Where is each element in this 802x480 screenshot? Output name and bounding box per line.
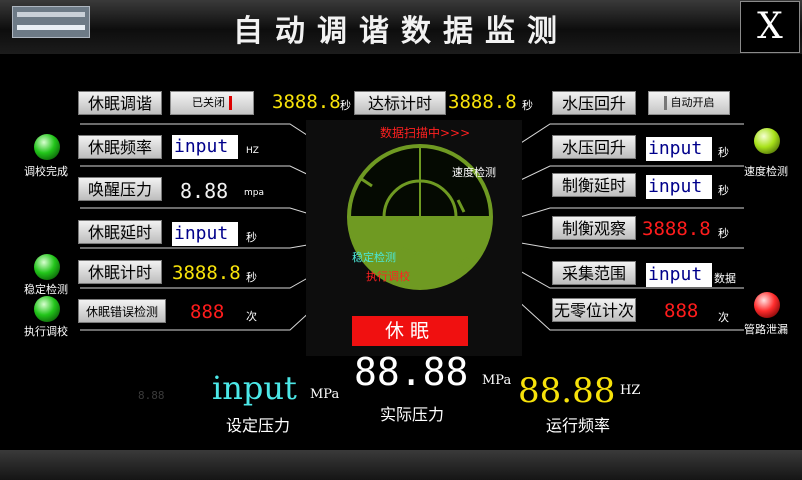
exec-tune-label: 执行调校 <box>24 325 68 338</box>
sleep-tune-button[interactable]: 休眠调谐 <box>78 91 162 115</box>
balance-observe-button[interactable]: 制衡观察 <box>552 216 636 240</box>
pipe-leak-label: 管路泄漏 <box>744 323 788 336</box>
sleep-timer-unit: 秒 <box>246 271 257 284</box>
no-zero-count-display: 888 <box>664 300 699 322</box>
stable-check-lamp-icon <box>34 254 60 280</box>
stable-check-label: 稳定检测 <box>24 283 68 296</box>
tune-done-lamp-icon <box>34 134 60 160</box>
speed-check-label: 速度检测 <box>744 165 788 178</box>
actual-pressure-label: 实际压力 <box>380 405 445 424</box>
radar-speed-check-label: 速度检测 <box>452 166 496 179</box>
radar-stable-check-label: 稳定检测 <box>352 251 396 264</box>
footer-bar <box>0 450 802 480</box>
pressure-rise-delay-button[interactable]: 水压回升 <box>552 135 636 159</box>
sleep-delay-unit: 秒 <box>246 231 257 244</box>
sleep-tune-switch[interactable]: 已关闭 <box>170 91 254 115</box>
scan-status-text: 数据扫描中>>> <box>380 126 471 140</box>
sleep-error-count-display: 888 <box>190 301 225 323</box>
no-zero-count-unit: 次 <box>718 311 729 324</box>
speed-check-lamp-icon <box>754 128 780 154</box>
sleep-frequency-input[interactable]: input <box>172 135 238 159</box>
right-timer-unit: 秒 <box>522 99 533 112</box>
sleep-delay-input[interactable]: input <box>172 222 238 246</box>
balance-observe-display: 3888.8 <box>642 218 711 240</box>
no-zero-count-button[interactable]: 无零位计次 <box>552 298 636 322</box>
right-timer-display: 3888.8 <box>448 91 517 113</box>
wake-pressure-value: 8.88 <box>180 179 229 203</box>
left-timer-unit: 秒 <box>340 99 351 112</box>
pressure-rise-button[interactable]: 水压回升 <box>552 91 636 115</box>
set-pressure-input[interactable]: input <box>212 370 297 406</box>
sample-range-button[interactable]: 采集范围 <box>552 261 636 285</box>
run-frequency-unit: HZ <box>620 383 641 398</box>
left-timer-display: 3888.8 <box>272 91 341 113</box>
sleep-delay-button[interactable]: 休眠延时 <box>78 220 162 244</box>
switch-on-marker-icon <box>663 96 667 110</box>
pressure-rise-delay-input[interactable]: input <box>646 137 712 161</box>
actual-pressure-display: 88.88 <box>354 350 469 394</box>
wake-pressure-button[interactable]: 唤醒压力 <box>78 177 162 201</box>
set-pressure-unit: MPa <box>310 387 340 402</box>
run-frequency-display: 88.88 <box>518 371 616 411</box>
sample-range-input[interactable]: input <box>646 263 712 287</box>
actual-pressure-unit: MPa <box>482 373 512 388</box>
run-frequency-label: 运行频率 <box>546 416 611 435</box>
sleep-timer-display: 3888.8 <box>172 262 241 284</box>
balance-delay-input[interactable]: input <box>646 175 712 199</box>
balance-delay-button[interactable]: 制衡延时 <box>552 173 636 197</box>
sample-range-unit: 数据 <box>714 272 736 285</box>
set-pressure-ghost-display: 8.88 <box>138 389 165 402</box>
tune-done-label: 调校完成 <box>24 165 68 178</box>
switch-off-marker-icon <box>229 96 232 110</box>
sleep-error-check-button[interactable]: 休眠错误检测 <box>78 299 166 323</box>
radar-exec-tune-label: 执行调校 <box>366 270 410 283</box>
pipe-leak-lamp-icon <box>754 292 780 318</box>
sleep-frequency-button[interactable]: 休眠频率 <box>78 135 162 159</box>
target-timer-button[interactable]: 达标计时 <box>354 91 446 115</box>
sleep-timer-button[interactable]: 休眠计时 <box>78 260 162 284</box>
balance-delay-unit: 秒 <box>718 184 729 197</box>
pressure-rise-delay-unit: 秒 <box>718 146 729 159</box>
sleep-error-count-unit: 次 <box>246 310 257 323</box>
exec-tune-lamp-icon <box>34 296 60 322</box>
sleep-tune-switch-label: 已关闭 <box>192 96 225 109</box>
pressure-rise-switch[interactable]: 自动开启 <box>648 91 730 115</box>
pressure-rise-switch-label: 自动开启 <box>670 96 715 109</box>
set-pressure-label: 设定压力 <box>226 416 291 435</box>
sleep-frequency-unit: HZ <box>246 146 259 156</box>
sleep-status-indicator: 休眠 <box>352 316 468 346</box>
balance-observe-unit: 秒 <box>718 227 729 240</box>
wake-pressure-unit: mpa <box>244 188 264 198</box>
